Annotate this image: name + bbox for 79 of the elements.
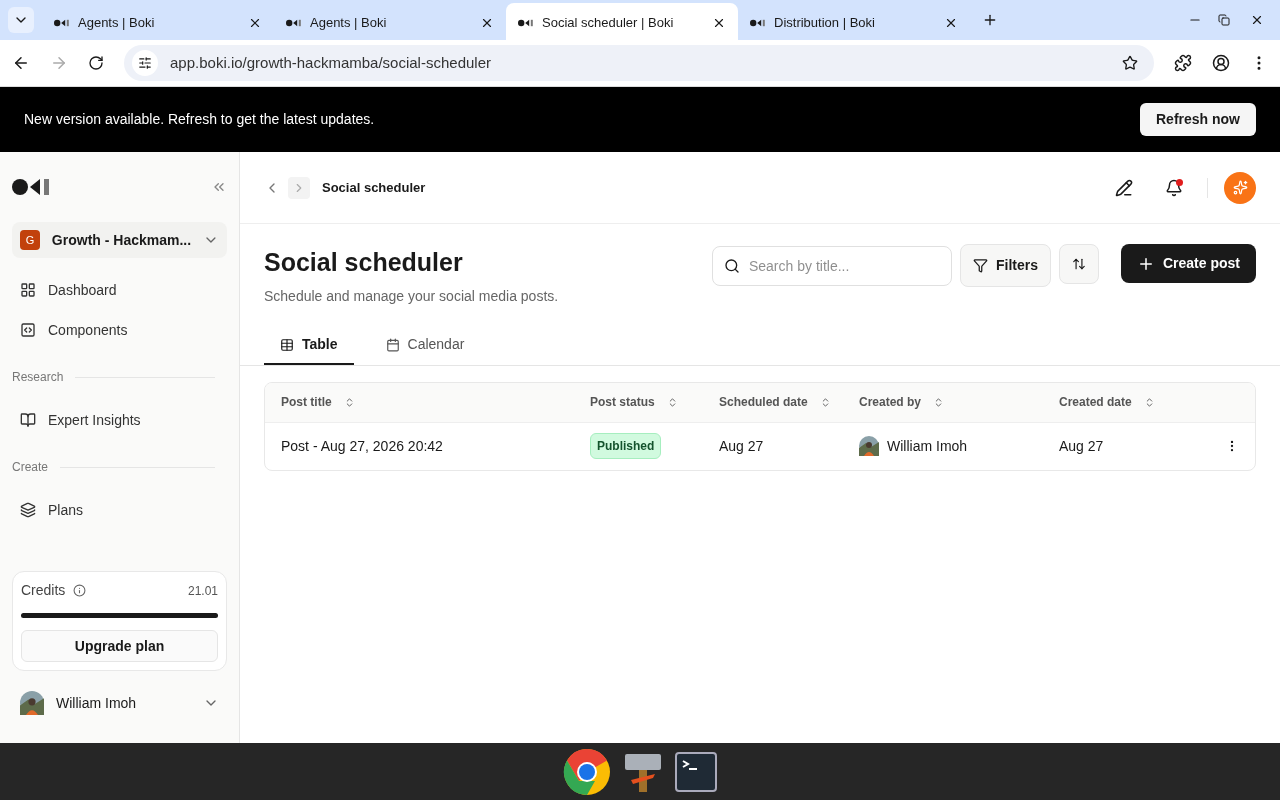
page-subtitle: Schedule and manage your social media posts. [264,286,560,306]
section-label: Research [12,369,64,386]
browser-tab[interactable]: Agents | Boki [42,3,274,43]
page-title: Social scheduler [264,247,464,278]
sort-button[interactable] [1058,244,1099,284]
credits-label: Credits [21,581,66,600]
filters-button[interactable]: Filters [959,244,1051,287]
workspace-selector[interactable]: G Growth - Hackmam... [12,222,227,258]
tab-title: Distribution | Boki [774,14,876,33]
table-cell-text: William Imoh [887,436,968,456]
back-icon[interactable] [12,54,30,72]
user-menu[interactable]: William Imoh [12,683,227,723]
nav-item[interactable]: Dashboard [12,270,227,310]
nav-item[interactable]: Plans [12,490,227,530]
close-window-icon[interactable] [1250,13,1264,27]
column-header[interactable]: Created date [1059,393,1239,411]
view-tab[interactable]: Table [264,326,354,365]
search-field[interactable]: Search by title... [711,246,952,286]
column-header[interactable]: Created by [859,393,1059,411]
section-label: Create [12,459,49,476]
bell-icon[interactable] [1165,178,1183,197]
browser-tab[interactable]: Distribution | Boki [738,3,970,43]
new-tab-icon[interactable] [982,12,998,28]
breadcrumb: Social scheduler [322,178,426,197]
sparkles-icon [1232,180,1248,195]
nav-item[interactable]: Expert Insights [12,400,227,440]
info-icon[interactable] [73,584,87,597]
upgrade-button[interactable]: Upgrade plan [21,630,218,662]
banner-message: New version available. Refresh to get the latest updates. [24,110,375,129]
avatar [859,436,879,456]
boki-logo-icon [286,18,302,28]
column-header[interactable]: Post status [590,393,719,411]
calendar-icon [385,337,400,352]
credits-value: 21.01 [187,582,218,600]
close-icon[interactable] [480,16,494,30]
close-icon[interactable] [248,16,262,30]
tab-title: Agents | Boki [310,14,388,33]
table-cell-text: Post - Aug 27, 2026 20:42 [281,436,444,456]
code-icon [20,322,36,338]
create-post-button[interactable]: Create post [1120,244,1256,283]
tab-title: Social scheduler | Boki [542,14,675,33]
ai-button[interactable] [1224,171,1256,204]
tab-title: Agents | Boki [78,14,156,33]
url-text: app.boki.io/growth-hackmamba/social-scheduler [170,52,492,73]
browser-tab[interactable]: Agents | Boki [274,3,506,43]
table-cell-text: Aug 27 [1059,436,1104,456]
bookmark-icon[interactable] [1122,55,1138,71]
site-settings-icon[interactable] [138,56,152,70]
sort-icon [1071,257,1086,271]
layers-icon [20,502,36,518]
chrome-icon[interactable] [563,747,611,796]
column-header[interactable]: Scheduled date [719,393,859,411]
tab-list-button[interactable] [8,7,34,33]
search-icon [723,258,740,274]
terminal-icon[interactable] [675,751,717,792]
boki-logo-icon [750,18,766,28]
table-cell-text: Aug 27 [719,436,765,456]
avatar [20,691,44,715]
refresh-button[interactable]: Refresh now [1140,103,1256,136]
table-icon [280,337,294,352]
edit-icon[interactable] [1115,178,1133,197]
profile-icon[interactable] [1212,54,1230,72]
status-badge: Published [590,433,662,459]
grid-icon [20,282,36,298]
boki-logo-icon [12,177,52,197]
restore-icon[interactable] [1218,14,1230,26]
extensions-icon[interactable] [1174,54,1192,72]
nav-item[interactable]: Components [12,310,227,350]
reload-icon[interactable] [88,55,104,71]
book-icon [20,412,36,428]
boki-logo-icon [518,18,534,28]
filter-icon [972,258,988,273]
browser-tab[interactable]: Social scheduler | Boki [506,3,738,43]
address-bar[interactable]: app.boki.io/growth-hackmamba/social-scheduler [124,45,1154,81]
close-icon[interactable] [712,16,726,30]
close-icon[interactable] [944,16,958,30]
boki-logo-icon [54,18,70,28]
view-tab[interactable]: Calendar [369,326,481,365]
column-header[interactable]: Post title [281,393,590,411]
